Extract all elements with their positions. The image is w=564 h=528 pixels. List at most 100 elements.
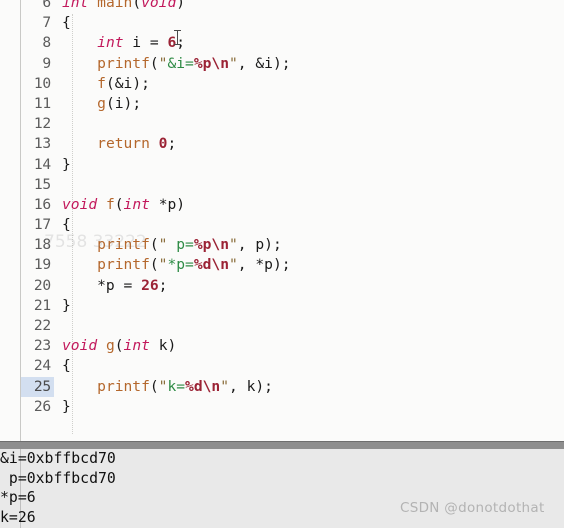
code-token: { (62, 14, 71, 32)
editor-pane[interactable]: 6 int main(void) 7{8 int i = 6; 9 printf("&… (0, 0, 564, 441)
code-text[interactable]: printf("&i=%p\n", &i); (62, 54, 291, 74)
code-token: f (105, 195, 115, 213)
line-number: 13 (33, 135, 51, 153)
code-token: printf (97, 236, 150, 254)
code-text[interactable]: { (62, 13, 71, 33)
code-token: %p (193, 54, 212, 72)
code-token: ); (123, 94, 142, 112)
code-token: " (220, 377, 229, 395)
code-text[interactable]: { (62, 215, 71, 235)
line-number: 25 (21, 376, 54, 397)
code-token: g (97, 94, 106, 112)
code-token: i = (123, 34, 168, 52)
code-line[interactable]: 16 void f(int *p) (0, 195, 564, 215)
code-token: ( (149, 54, 159, 72)
code-token: { (62, 357, 71, 375)
code-token: ( (132, 0, 142, 11)
console-line: p=0xbffbcd70 (0, 469, 116, 487)
code-line[interactable]: 21} (0, 296, 564, 316)
code-text[interactable]: void g(int k) (62, 336, 176, 356)
code-line[interactable]: 25 printf("k=%d\n", k); (0, 376, 564, 397)
code-token: *p (255, 256, 273, 274)
code-token: ; (158, 276, 168, 294)
code-line[interactable]: 23 void g(int k) (0, 336, 564, 356)
code-line[interactable]: 17 { (0, 215, 564, 235)
code-token: ); (272, 256, 291, 274)
code-token: *p = (62, 276, 142, 294)
code-text[interactable]: printf("*p=%d\n", *p); (62, 255, 291, 275)
code-text[interactable]: int i = 6; (62, 33, 185, 53)
code-line[interactable]: 6 int main(void) (0, 0, 564, 13)
code-token: k (149, 337, 168, 355)
line-number: 11 (33, 94, 51, 112)
code-token: \n (211, 256, 229, 274)
code-token: %p (193, 236, 212, 254)
code-token: g (105, 337, 115, 355)
code-token: " (228, 256, 238, 274)
code-token: return (97, 135, 150, 153)
code-line[interactable]: 24 { (0, 356, 564, 376)
code-token: *p (149, 195, 177, 213)
code-text[interactable]: int main(void) (62, 0, 185, 13)
line-number: 8 (42, 34, 51, 52)
code-token: } (62, 397, 71, 415)
line-number: 24 (33, 357, 51, 375)
code-text[interactable]: printf(" p=%p\n", p); (62, 235, 282, 255)
code-line[interactable]: 19 printf("*p=%d\n", *p); (0, 255, 564, 275)
code-text[interactable]: } (62, 296, 71, 316)
code-text[interactable]: g(i); (62, 94, 141, 114)
console-line: *p=6 (0, 489, 36, 506)
code-text[interactable]: printf("k=%d\n", k); (62, 377, 273, 397)
code-text[interactable]: { (62, 356, 71, 376)
code-text[interactable]: return 0; (62, 134, 176, 154)
code-line[interactable]: 26} (0, 397, 564, 417)
line-number: 19 (33, 256, 51, 274)
code-token: void (62, 337, 98, 355)
code-token: , (229, 377, 247, 395)
code-token: ( (149, 236, 159, 254)
code-token: ); (272, 54, 291, 72)
code-token: &i (114, 74, 133, 92)
code-line[interactable]: 9 printf("&i=%p\n", &i); (0, 54, 564, 74)
code-line[interactable]: 8 int i = 6; (0, 33, 564, 53)
code-token: printf (97, 377, 150, 395)
code-line[interactable]: 11 g(i); (0, 94, 564, 114)
code-token: %d (185, 377, 203, 395)
code-line[interactable]: 15 (0, 175, 564, 195)
code-line[interactable]: 10 f(&i); (0, 74, 564, 94)
code-editor-window: 6 int main(void) 7{8 int i = 6; 9 printf("&… (0, 0, 564, 528)
line-number: 6 (42, 0, 51, 11)
code-line[interactable]: 12 (0, 114, 564, 134)
code-text[interactable]: } (62, 155, 71, 175)
code-token: ( (105, 74, 115, 92)
code-text[interactable]: *p = 26; (62, 276, 167, 296)
code-text[interactable]: void f(int *p) (62, 195, 185, 215)
code-line[interactable]: 18 printf(" p=%p\n", p); (0, 235, 564, 255)
code-line-list[interactable]: 6 int main(void) 7{8 int i = 6; 9 printf("&… (0, 0, 564, 417)
code-token: ); (132, 74, 150, 92)
code-token: , (237, 256, 256, 274)
code-token: *p= (167, 256, 194, 274)
code-text[interactable]: } (62, 397, 71, 417)
code-line[interactable]: 20 *p = 26; (0, 276, 564, 296)
console-line-list: &i=0xbffbcd70 p=0xbffbcd70 *p=6 k=26 (0, 449, 564, 528)
code-text[interactable]: f(&i); (62, 74, 150, 94)
code-line[interactable]: 14} (0, 155, 564, 175)
code-token: main (97, 0, 133, 11)
line-number: 15 (33, 175, 51, 193)
code-line[interactable]: 22 (0, 316, 564, 336)
line-number: 10 (33, 74, 51, 92)
line-number: 17 (33, 216, 51, 234)
code-line[interactable]: 13 return 0; (0, 134, 564, 154)
line-number: 7 (42, 14, 51, 32)
code-token: ) (176, 0, 186, 11)
code-line[interactable]: 7{ (0, 13, 564, 33)
console-output-pane[interactable]: &i=0xbffbcd70 p=0xbffbcd70 *p=6 k=26 (0, 449, 564, 528)
